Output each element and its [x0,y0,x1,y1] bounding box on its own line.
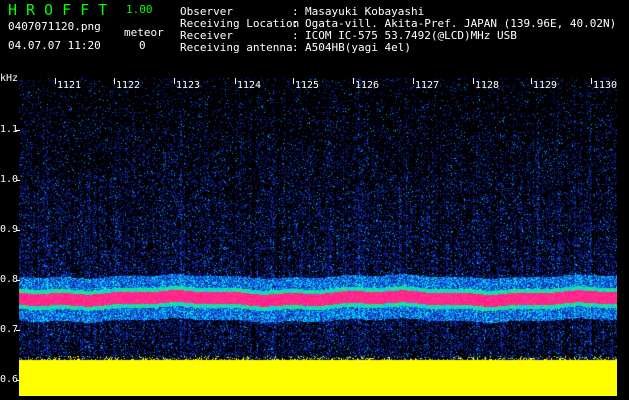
time-tick [114,78,115,84]
time-tick [473,78,474,84]
spectrogram: 1121 1122 1123 1124 1125 1126 1127 1128 … [19,78,617,396]
freq-tick [16,280,20,281]
meteor-count: 0 [139,39,146,52]
file-name: 0407071120.png [8,20,101,33]
time-label: 1129 [533,80,558,91]
freq-tick [16,230,20,231]
time-tick [353,78,354,84]
time-tick [531,78,532,84]
time-label: 1123 [176,80,201,91]
time-label: 1127 [415,80,440,91]
time-label: 1124 [237,80,262,91]
freq-tick [16,180,20,181]
time-label: 1128 [475,80,500,91]
file-datetime: 04.07.07 11:20 [8,39,101,52]
freq-tick [16,380,20,381]
hrofft-window: HROFFT 1.00 0407071120.png 04.07.07 11:2… [0,0,629,400]
time-label: 1125 [295,80,320,91]
time-label: 1121 [57,80,82,91]
freq-tick [16,330,20,331]
info-separator: : [292,41,299,54]
time-tick [591,78,592,84]
time-label: 1130 [593,80,617,91]
info-label-antenna: Receiving antenna [180,41,293,54]
time-tick [293,78,294,84]
freq-tick [16,130,20,131]
meteor-label: meteor [124,26,164,39]
time-tick [413,78,414,84]
time-tick [174,78,175,84]
app-version: 1.00 [126,3,153,16]
time-tick [55,78,56,84]
time-label: 1122 [116,80,141,91]
time-tick [235,78,236,84]
freq-unit-label: kHz [0,73,19,84]
time-label: 1126 [355,80,380,91]
spectrogram-canvas [19,78,617,396]
app-title: HROFFT [8,1,117,19]
info-value-antenna: A504HB(yagi 4el) [305,41,411,54]
